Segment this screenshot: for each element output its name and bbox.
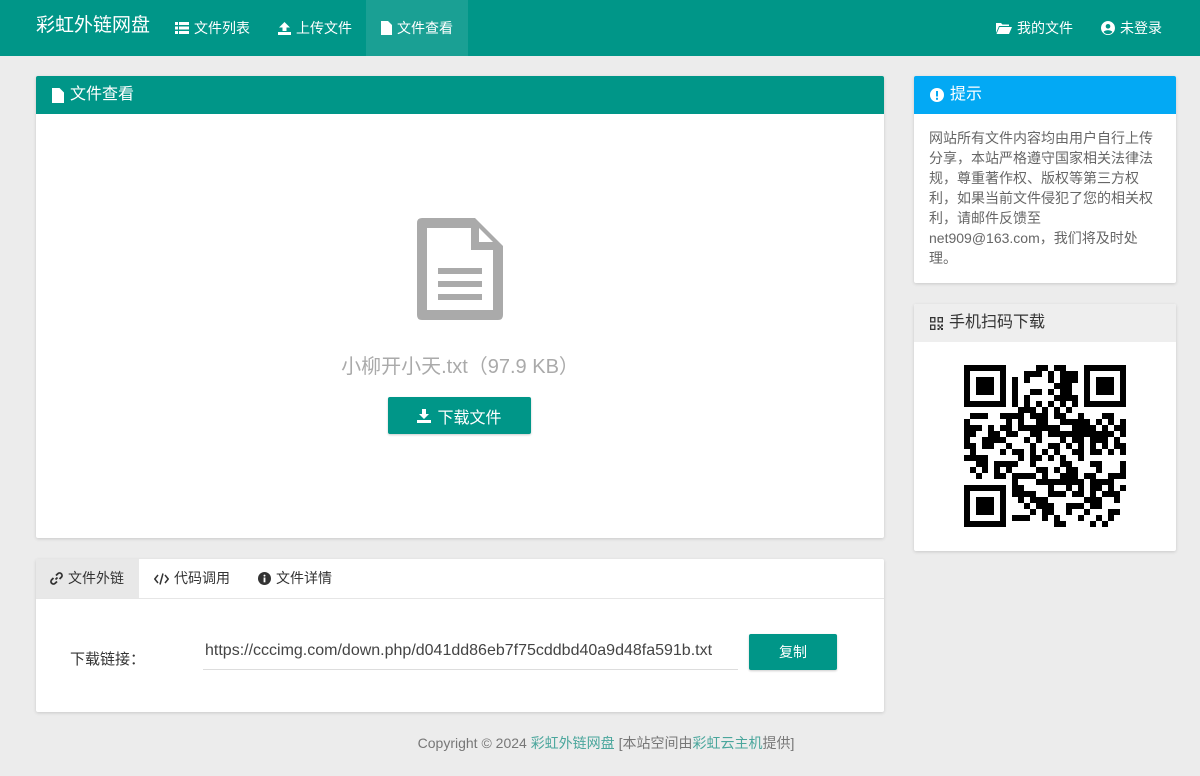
exclamation-circle-icon <box>930 88 944 102</box>
footer-copyright: Copyright © 2024 <box>417 735 531 751</box>
footer-text-end: 提供] <box>762 735 795 751</box>
file-view-heading: 文件查看 <box>36 76 884 114</box>
user-circle-icon <box>1101 21 1115 35</box>
folder-open-icon <box>996 23 1012 34</box>
notice-text: 网站所有文件内容均由用户自行上传分享，本站严格遵守国家相关法律法规，尊重著作权、… <box>929 130 1153 266</box>
panel-title: 文件查看 <box>70 86 135 103</box>
nav-item-file-view[interactable]: 文件查看 <box>366 0 468 56</box>
footer: Copyright © 2024 彩虹外链网盘 [本站空间由彩虹云主机提供] <box>0 733 1200 753</box>
nav-item-label: 文件列表 <box>194 20 250 36</box>
footer-site-link[interactable]: 彩虹外链网盘 <box>531 735 615 751</box>
tab-label: 文件外链 <box>68 570 124 586</box>
qrcode-icon <box>930 316 943 330</box>
footer-host-link[interactable]: 彩虹云主机 <box>692 735 762 751</box>
download-link-label: 下载链接： <box>70 651 146 668</box>
link-icon <box>50 572 63 585</box>
site-brand[interactable]: 彩虹外链网盘 <box>36 0 150 56</box>
copy-button[interactable]: 复制 <box>749 634 837 670</box>
file-text-icon <box>417 218 503 320</box>
tab-label: 文件详情 <box>276 570 332 586</box>
notice-title: 提示 <box>950 86 983 103</box>
nav-item-label: 未登录 <box>1120 20 1162 36</box>
nav-item-upload[interactable]: 上传文件 <box>263 0 367 56</box>
footer-text: [本站空间由 <box>614 735 693 751</box>
tab-file-link[interactable]: 文件外链 <box>36 559 139 598</box>
download-icon <box>417 408 432 423</box>
file-icon <box>52 87 64 103</box>
tab-code[interactable]: 代码调用 <box>140 559 244 598</box>
nav-item-label: 上传文件 <box>296 20 352 36</box>
file-name-size: 小柳开小天.txt（97.9 KB） <box>341 356 579 378</box>
qr-code <box>964 365 1126 527</box>
upload-icon <box>278 21 291 35</box>
tab-file-details[interactable]: 文件详情 <box>244 559 346 598</box>
nav-item-file-list[interactable]: 文件列表 <box>160 0 265 56</box>
nav-item-my-files[interactable]: 我的文件 <box>981 0 1088 56</box>
qr-title: 手机扫码下载 <box>949 314 1046 331</box>
top-navbar: 彩虹外链网盘 文件列表 上传文件 文件查看 我的文件 未登录 <box>0 0 1200 56</box>
notice-panel: 提示 网站所有文件内容均由用户自行上传分享，本站严格遵守国家相关法律法规，尊重著… <box>914 76 1176 283</box>
download-file-button[interactable]: 下载文件 <box>388 397 531 434</box>
notice-heading: 提示 <box>914 76 1176 114</box>
info-icon <box>258 572 271 585</box>
nav-item-login[interactable]: 未登录 <box>1086 0 1177 56</box>
file-icon <box>381 21 392 35</box>
download-link-input[interactable] <box>203 633 738 670</box>
list-icon <box>175 22 189 34</box>
nav-item-label: 我的文件 <box>1017 20 1073 36</box>
code-icon <box>154 572 169 585</box>
nav-item-label: 文件查看 <box>397 20 453 36</box>
tabs-bar: 文件外链 代码调用 文件详情 <box>36 559 884 599</box>
qr-heading: 手机扫码下载 <box>914 304 1176 342</box>
tab-label: 代码调用 <box>174 570 230 586</box>
download-button-label: 下载文件 <box>437 409 502 427</box>
